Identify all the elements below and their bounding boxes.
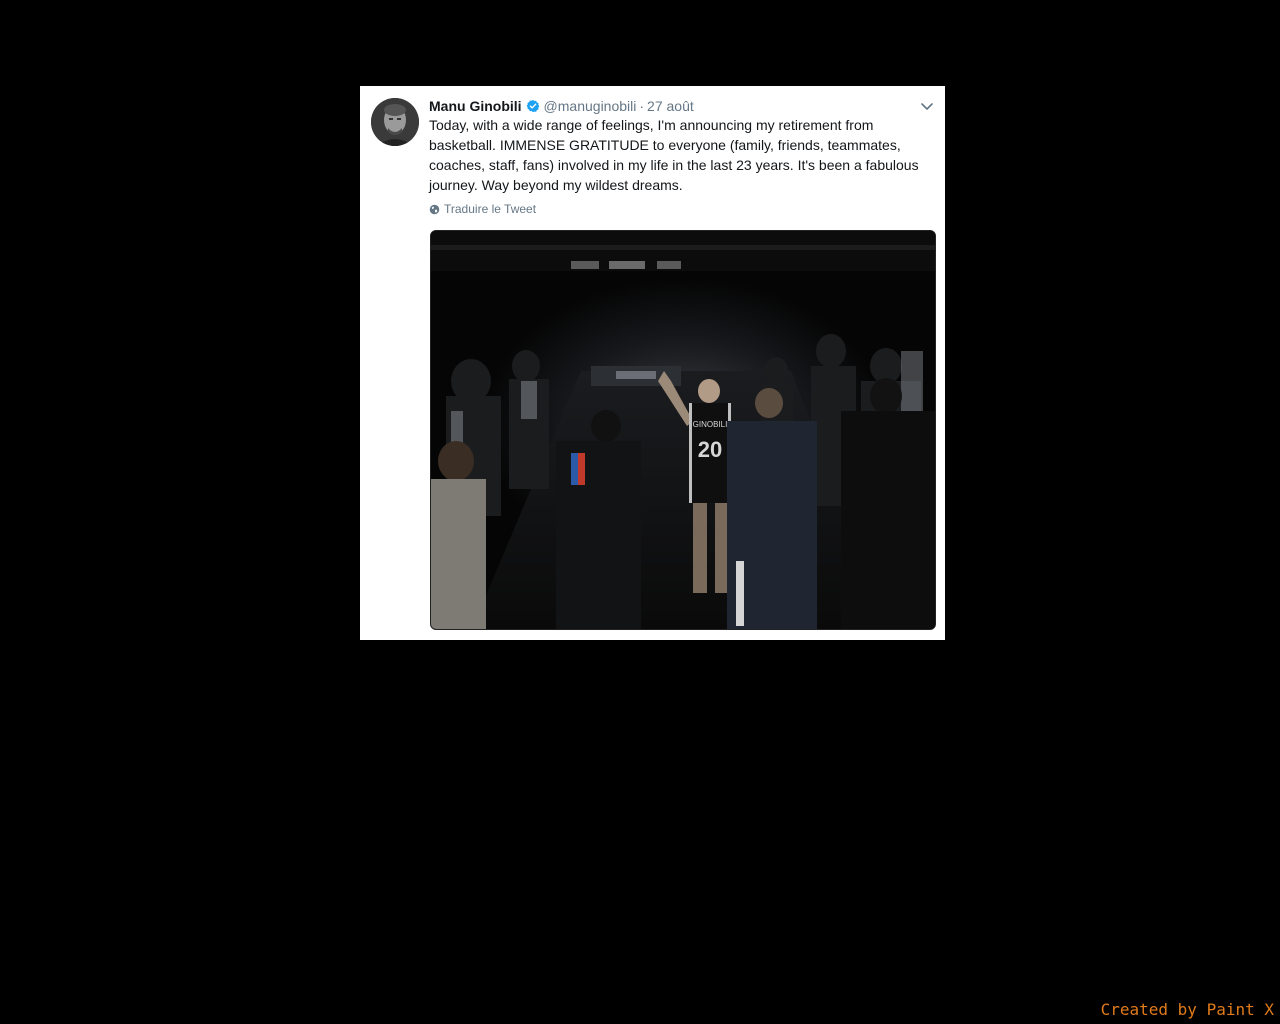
jersey-name: GINOBILI bbox=[693, 420, 728, 429]
author-handle[interactable]: @manuginobili bbox=[544, 98, 637, 114]
author-avatar[interactable] bbox=[371, 98, 419, 146]
tweet-card: Manu Ginobili @manuginobili · 27 août To… bbox=[360, 86, 945, 640]
avatar-image bbox=[371, 98, 419, 146]
tweet-date[interactable]: 27 août bbox=[647, 98, 694, 114]
jersey-number: 20 bbox=[698, 437, 722, 462]
screen: Manu Ginobili @manuginobili · 27 août To… bbox=[0, 0, 1280, 1024]
watermark-credit: Created by Paint X bbox=[1100, 1000, 1274, 1019]
translate-label: Traduire le Tweet bbox=[444, 202, 537, 216]
translate-tweet-link[interactable]: Traduire le Tweet bbox=[429, 202, 536, 216]
globe-icon bbox=[429, 204, 440, 214]
tweet-photo[interactable]: GINOBILI 20 bbox=[430, 230, 936, 630]
header-separator: · bbox=[639, 98, 645, 114]
photo-arena-tunnel: GINOBILI 20 bbox=[431, 231, 935, 629]
verified-badge-icon bbox=[526, 99, 539, 113]
tweet-header: Manu Ginobili @manuginobili · 27 août bbox=[429, 96, 935, 116]
author-name[interactable]: Manu Ginobili bbox=[429, 98, 522, 114]
chevron-down-icon[interactable] bbox=[919, 98, 935, 114]
tweet-text: Today, with a wide range of feelings, I'… bbox=[429, 117, 919, 193]
